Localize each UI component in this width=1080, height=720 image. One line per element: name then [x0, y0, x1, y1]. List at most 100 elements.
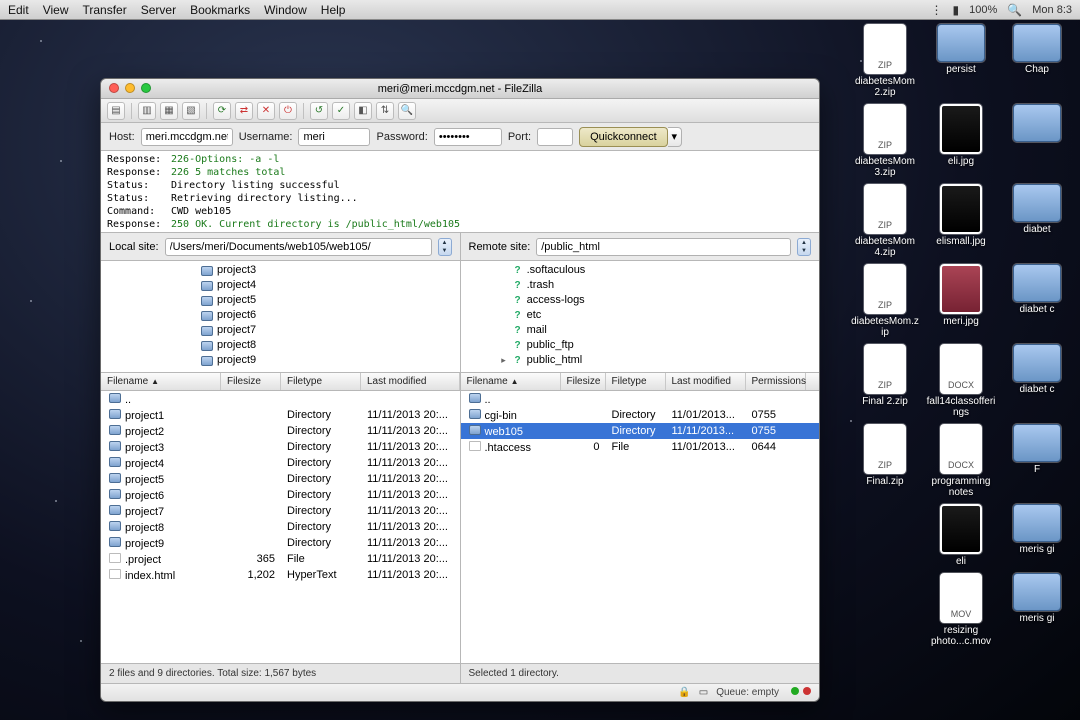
tree-item[interactable]: mail — [481, 323, 820, 338]
file-row[interactable]: project8Directory11/11/2013 20:... — [101, 519, 460, 535]
quickconnect-button[interactable]: Quickconnect — [579, 127, 668, 147]
toolbar-sync-icon[interactable]: ⇅ — [376, 102, 394, 120]
file-row[interactable]: project3Directory11/11/2013 20:... — [101, 439, 460, 455]
tree-item[interactable]: project5 — [125, 293, 460, 308]
toolbar-disconnect-icon[interactable]: ⏻ — [279, 102, 297, 120]
desktop-icon[interactable]: Chap — [1002, 24, 1072, 98]
tree-item[interactable]: project9 — [125, 353, 460, 368]
close-button[interactable] — [109, 83, 119, 93]
desktop-icon[interactable]: eli.jpg — [926, 104, 996, 178]
file-row[interactable]: web105Directory11/11/2013...0755 — [461, 423, 820, 439]
col-filename[interactable]: Filename ▲ — [461, 373, 561, 390]
desktop-icon[interactable]: persist — [926, 24, 996, 98]
file-row[interactable]: .project365File11/11/2013 20:... — [101, 551, 460, 567]
desktop-icon[interactable]: diabetesMom 2.zip — [850, 24, 920, 98]
file-row[interactable]: project9Directory11/11/2013 20:... — [101, 535, 460, 551]
col-filetype[interactable]: Filetype — [281, 373, 361, 390]
file-row[interactable]: project7Directory11/11/2013 20:... — [101, 503, 460, 519]
tree-item[interactable]: access-logs — [481, 293, 820, 308]
desktop-icon[interactable]: diabet — [1002, 184, 1072, 258]
remote-list-header[interactable]: Filename ▲ Filesize Filetype Last modifi… — [461, 373, 820, 391]
toolbar-toggle-log-icon[interactable]: ▥ — [138, 102, 156, 120]
menu-view[interactable]: View — [43, 3, 69, 17]
col-filename[interactable]: Filename ▲ — [101, 373, 221, 390]
tree-item[interactable]: etc — [481, 308, 820, 323]
desktop-icon[interactable]: meri.jpg — [926, 264, 996, 338]
toolbar-reconnect-icon[interactable]: ↺ — [310, 102, 328, 120]
tree-item[interactable]: .softaculous — [481, 263, 820, 278]
desktop-icon[interactable]: elismall.jpg — [926, 184, 996, 258]
zoom-button[interactable] — [141, 83, 151, 93]
desktop-icon[interactable]: fall14classofferings — [926, 344, 996, 418]
file-row[interactable]: .. — [461, 391, 820, 407]
menubar-battery-icon[interactable]: ▮ — [953, 3, 960, 17]
menu-help[interactable]: Help — [321, 3, 346, 17]
desktop-icon[interactable]: Final 2.zip — [850, 344, 920, 418]
toolbar-toggle-tree-icon[interactable]: ▦ — [160, 102, 178, 120]
toolbar-refresh-icon[interactable]: ⟳ — [213, 102, 231, 120]
menu-window[interactable]: Window — [264, 3, 307, 17]
host-input[interactable] — [141, 128, 233, 146]
file-row[interactable]: index.html1,202HyperText11/11/2013 20:..… — [101, 567, 460, 583]
username-input[interactable] — [298, 128, 370, 146]
local-file-list[interactable]: ..project1Directory11/11/2013 20:...proj… — [101, 391, 460, 663]
desktop-icon[interactable] — [1002, 104, 1072, 178]
message-log[interactable]: Response: 226-Options: -a -lResponse: 22… — [101, 151, 819, 233]
local-list-header[interactable]: Filename ▲ Filesize Filetype Last modifi… — [101, 373, 460, 391]
toolbar-compare-icon[interactable]: ◧ — [354, 102, 372, 120]
toolbar-find-icon[interactable]: 🔍 — [398, 102, 416, 120]
tree-item[interactable]: project7 — [125, 323, 460, 338]
remote-site-input[interactable] — [536, 238, 791, 256]
file-row[interactable]: .. — [101, 391, 460, 407]
toolbar-filter-icon[interactable]: ✓ — [332, 102, 350, 120]
menubar-spotlight-icon[interactable]: 🔍 — [1007, 3, 1022, 17]
port-input[interactable] — [537, 128, 573, 146]
desktop-icon[interactable]: diabetesMom 4.zip — [850, 184, 920, 258]
file-row[interactable]: .htaccess0File11/01/2013...0644 — [461, 439, 820, 455]
toolbar-cancel-icon[interactable]: ✕ — [257, 102, 275, 120]
file-row[interactable]: project2Directory11/11/2013 20:... — [101, 423, 460, 439]
disclosure-icon[interactable]: ▸ — [499, 353, 509, 368]
tree-item[interactable]: project3 — [125, 263, 460, 278]
tree-item[interactable]: project4 — [125, 278, 460, 293]
menubar-wifi-icon[interactable]: ⋮ — [931, 3, 943, 17]
desktop-icon[interactable]: F — [1002, 424, 1072, 498]
desktop-icon[interactable]: eli — [926, 504, 996, 567]
local-site-input[interactable] — [165, 238, 432, 256]
password-input[interactable] — [434, 128, 502, 146]
tree-item[interactable]: .trash — [481, 278, 820, 293]
desktop-icon[interactable]: diabetesMom 3.zip — [850, 104, 920, 178]
toolbar-toggle-queue-icon[interactable]: ▧ — [182, 102, 200, 120]
toolbar-sitemanager-icon[interactable]: ▤ — [107, 102, 125, 120]
tree-item[interactable]: ▸public_html — [481, 353, 820, 368]
col-lastmodified[interactable]: Last modified — [361, 373, 460, 390]
menu-server[interactable]: Server — [141, 3, 176, 17]
remote-tree[interactable]: .softaculous.trashaccess-logsetcmailpubl… — [461, 261, 820, 373]
toolbar-process-queue-icon[interactable]: ⇄ — [235, 102, 253, 120]
file-row[interactable]: project6Directory11/11/2013 20:... — [101, 487, 460, 503]
file-row[interactable]: cgi-binDirectory11/01/2013...0755 — [461, 407, 820, 423]
local-site-stepper[interactable]: ▲▼ — [438, 238, 452, 256]
col-filetype[interactable]: Filetype — [606, 373, 666, 390]
col-filesize[interactable]: Filesize — [561, 373, 606, 390]
desktop-icon[interactable]: Final.zip — [850, 424, 920, 498]
menu-edit[interactable]: Edit — [8, 3, 29, 17]
local-tree[interactable]: project3project4project5project6project7… — [101, 261, 460, 373]
col-lastmodified[interactable]: Last modified — [666, 373, 746, 390]
desktop-icon[interactable]: diabet c — [1002, 264, 1072, 338]
file-row[interactable]: project5Directory11/11/2013 20:... — [101, 471, 460, 487]
window-titlebar[interactable]: meri@meri.mccdgm.net - FileZilla — [101, 79, 819, 99]
desktop-icon[interactable]: programming notes — [926, 424, 996, 498]
menu-transfer[interactable]: Transfer — [82, 3, 126, 17]
remote-site-stepper[interactable]: ▲▼ — [797, 238, 811, 256]
desktop-icon[interactable]: meris gi — [1002, 573, 1072, 647]
menu-bookmarks[interactable]: Bookmarks — [190, 3, 250, 17]
tree-item[interactable]: public_ftp — [481, 338, 820, 353]
quickconnect-dropdown[interactable]: ▾ — [668, 127, 682, 147]
file-row[interactable]: project1Directory11/11/2013 20:... — [101, 407, 460, 423]
desktop-icon[interactable]: diabetesMom.zip — [850, 264, 920, 338]
col-permissions[interactable]: Permissions — [746, 373, 806, 390]
col-filesize[interactable]: Filesize — [221, 373, 281, 390]
tree-item[interactable]: project6 — [125, 308, 460, 323]
desktop-icon[interactable]: diabet c — [1002, 344, 1072, 418]
